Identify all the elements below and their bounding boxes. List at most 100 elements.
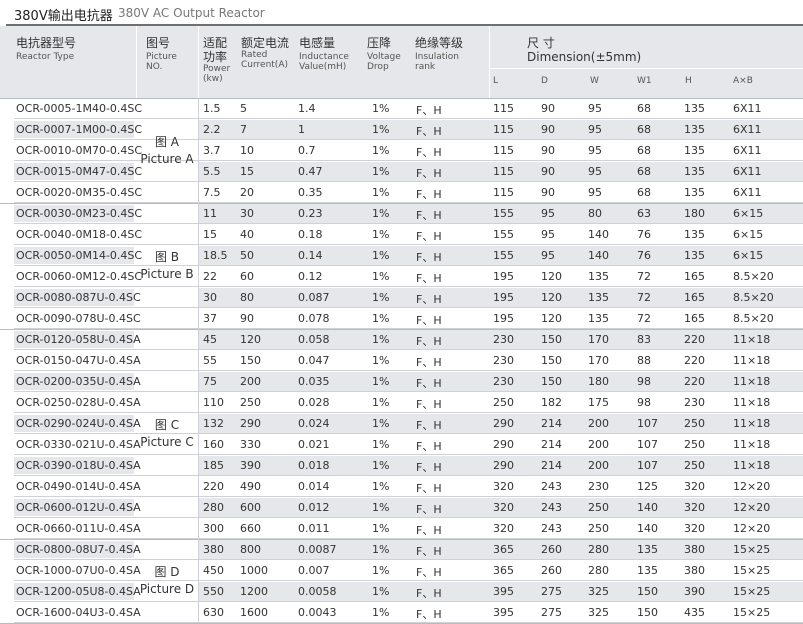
cell-model: OCR-0390-018U-0.4SA — [14, 457, 141, 474]
cell-w: 250 — [588, 522, 609, 535]
cell-h: 135 — [684, 186, 705, 199]
cell-h: 135 — [684, 165, 705, 178]
cell-inductance: 0.012 — [298, 501, 330, 514]
group-divider — [0, 539, 803, 540]
cell-power: 300 — [203, 522, 224, 535]
cell-h: 220 — [684, 333, 705, 346]
cell-power: 2.2 — [203, 123, 221, 136]
cell-power: 37 — [203, 312, 217, 325]
cell-w1: 98 — [637, 375, 651, 388]
header-inductance: 电感量 Inductance Value(mH) — [299, 36, 349, 72]
sub-header-w1: W1 — [637, 76, 652, 86]
cell-current: 30 — [240, 207, 254, 220]
picture-label-cn: 图 D — [154, 565, 180, 579]
cell-insulation: F、H — [416, 167, 442, 180]
cell-h: 390 — [684, 585, 705, 598]
cell-axb: 6X11 — [733, 186, 762, 199]
table-row: OCR-0020-0M35-0.4SC 7.5 20 0.35 1% F、H 115 90 95… — [0, 182, 803, 203]
group-column-divider — [198, 539, 199, 623]
header-model: 电抗器型号 Reactor Type — [16, 36, 77, 62]
table-row: OCR-0660-011U-0.4SA 300 660 0.011 1% F、H 320 24… — [0, 518, 803, 539]
cell-l: 115 — [493, 123, 514, 136]
table-row: OCR-0050-0M14-0.4SC 18.5 50 0.14 1% F、H 155 95 1… — [0, 245, 803, 266]
cell-power: 45 — [203, 333, 217, 346]
cell-power: 3.7 — [203, 144, 221, 157]
table-row: OCR-1000-07U0-0.4SA 450 1000 0.007 1% F、H 365 2… — [0, 560, 803, 581]
cell-w: 135 — [588, 270, 609, 283]
cell-w: 95 — [588, 123, 602, 136]
cell-model: OCR-0660-011U-0.4SA — [16, 522, 141, 535]
cell-inductance: 0.47 — [298, 165, 323, 178]
cell-d: 95 — [541, 249, 555, 262]
cell-axb: 6X11 — [733, 102, 762, 115]
cell-power: 110 — [203, 396, 224, 409]
dimension-divider — [489, 68, 803, 69]
cell-h: 250 — [684, 459, 705, 472]
cell-model: OCR-0005-1M40-0.4SC — [16, 102, 143, 115]
cell-power: 550 — [203, 585, 224, 598]
cell-insulation: F、H — [416, 545, 442, 558]
cell-drop: 1% — [372, 270, 390, 283]
cell-d: 90 — [541, 165, 555, 178]
cell-h: 180 — [684, 207, 705, 220]
cell-insulation: F、H — [416, 587, 442, 600]
header-picture: 图号 Picture NO. — [146, 36, 177, 72]
cell-insulation: F、H — [416, 419, 442, 432]
cell-model: OCR-0007-1M00-0.4SC — [14, 121, 143, 138]
sub-header-d: D — [541, 76, 548, 86]
cell-l: 195 — [493, 291, 514, 304]
cell-inductance: 0.007 — [298, 564, 330, 577]
cell-l: 230 — [493, 375, 514, 388]
cell-w1: 68 — [637, 186, 651, 199]
cell-w1: 140 — [637, 522, 658, 535]
cell-h: 380 — [684, 543, 705, 556]
cell-drop: 1% — [372, 102, 390, 115]
cell-drop: 1% — [372, 333, 390, 346]
cell-drop: 1% — [372, 480, 390, 493]
cell-w: 325 — [588, 606, 609, 619]
picture-label: 图 B Picture B — [136, 249, 198, 283]
cell-axb: 15×25 — [733, 543, 771, 556]
cell-power: 280 — [203, 501, 224, 514]
cell-axb: 11×18 — [733, 354, 771, 367]
cell-l: 250 — [493, 396, 514, 409]
cell-power: 630 — [203, 606, 224, 619]
cell-model: OCR-0090-078U-0.4SC — [16, 312, 141, 325]
cell-model: OCR-0120-058U-0.4SA — [14, 331, 141, 348]
table-row: OCR-0007-1M00-0.4SC 2.2 7 1 1% F、H 115 90 95 68 13… — [0, 119, 803, 140]
table-row: OCR-0330-021U-0.4SA 160 330 0.021 1% F、H 290 21… — [0, 434, 803, 455]
cell-power: 185 — [203, 459, 224, 472]
cell-l: 155 — [493, 249, 514, 262]
cell-w: 170 — [588, 333, 609, 346]
cell-inductance: 1.4 — [298, 102, 316, 115]
cell-power: 18.5 — [203, 249, 228, 262]
table-row: OCR-0090-078U-0.4SC 37 90 0.078 1% F、H 195 120 1… — [0, 308, 803, 329]
cell-inductance: 0.024 — [298, 417, 330, 430]
header-dimension: 尺 寸 Dimension(±5mm) — [527, 36, 642, 64]
cell-h: 220 — [684, 354, 705, 367]
cell-power: 5.5 — [203, 165, 221, 178]
cell-axb: 12×20 — [733, 480, 771, 493]
table-row: OCR-0010-0M70-0.4SC 3.7 10 0.7 1% F、H 115 90 95 6… — [0, 140, 803, 161]
cell-current: 290 — [240, 417, 261, 430]
cell-insulation: F、H — [416, 293, 442, 306]
cell-w1: 72 — [637, 312, 651, 325]
cell-l: 290 — [493, 417, 514, 430]
cell-power: 1.5 — [203, 102, 221, 115]
cell-current: 80 — [240, 291, 254, 304]
picture-label-en: Picture D — [139, 582, 195, 596]
cell-d: 95 — [541, 207, 555, 220]
cell-inductance: 0.014 — [298, 480, 330, 493]
title-cn: 380V输出电抗器 — [14, 9, 113, 24]
header-current: 额定电流 Rated Current(A) — [241, 36, 290, 70]
cell-d: 214 — [541, 459, 562, 472]
cell-l: 365 — [493, 564, 514, 577]
cell-h: 320 — [684, 480, 705, 493]
cell-d: 243 — [541, 522, 562, 535]
cell-w: 200 — [588, 438, 609, 451]
cell-model: OCR-0040-0M18-0.4SC — [16, 228, 143, 241]
cell-w: 140 — [588, 228, 609, 241]
cell-l: 115 — [493, 102, 514, 115]
cell-power: 55 — [203, 354, 217, 367]
cell-insulation: F、H — [416, 608, 442, 621]
